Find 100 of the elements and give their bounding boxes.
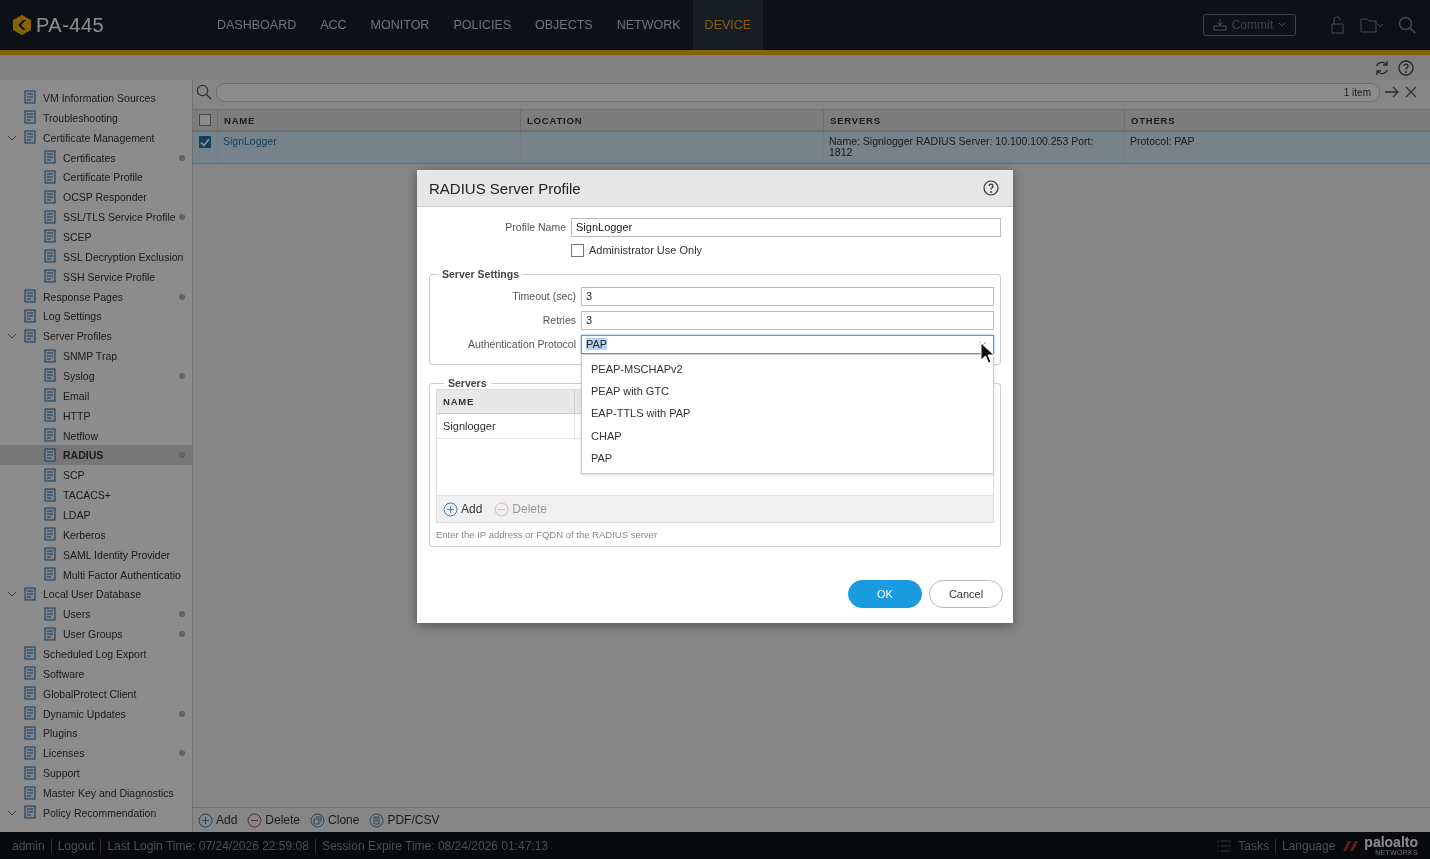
profile-name-field[interactable]: SignLogger (571, 217, 1001, 237)
sidebar-item[interactable]: Server Profiles (0, 326, 192, 347)
sidebar-item[interactable]: GlobalProtect Client (0, 683, 192, 704)
table-cell: Name: Signlogger RADIUS Server: 10.100.100.253 Port: 1812 (829, 135, 1094, 158)
page-icon (23, 686, 39, 702)
column-header[interactable]: OTHERS (1124, 110, 1430, 130)
sidebar-item[interactable]: Syslog (0, 366, 192, 386)
protocol-dropdown[interactable]: PAP (581, 334, 994, 354)
column-header[interactable]: NAME (437, 390, 575, 413)
sidebar-item[interactable]: Licenses (0, 743, 192, 764)
page-icon (43, 229, 59, 245)
group-legend: Server Settings (438, 268, 524, 280)
sidebar-label: SSL/TLS Service Profile (63, 211, 176, 224)
sidebar-item[interactable]: Email (0, 385, 192, 406)
profile-link[interactable]: SignLogger (223, 135, 277, 147)
page-icon (23, 785, 39, 801)
sidebar-item[interactable]: Log Settings (0, 306, 192, 327)
chevron-icon[interactable] (7, 808, 17, 817)
nav-tab[interactable]: DEVICE (692, 0, 764, 50)
sidebar-label: Certificate Profile (63, 171, 143, 184)
cancel-button[interactable]: Cancel (929, 580, 1003, 608)
page-icon (23, 289, 39, 304)
nav-tab[interactable]: NETWORK (604, 0, 693, 50)
close-icon[interactable] (1404, 85, 1418, 99)
chevron-icon[interactable] (7, 590, 17, 599)
sidebar-item[interactable]: Scheduled Log Export (0, 644, 192, 664)
ok-button[interactable]: OK (848, 580, 922, 608)
sidebar-item[interactable]: Certificates (0, 147, 192, 168)
sidebar-item[interactable]: VM Information Sources (0, 88, 192, 108)
dropdown-option[interactable]: EAP-TTLS with PAP (582, 402, 993, 425)
nav-tab[interactable]: ACC (308, 0, 359, 50)
sidebar-item[interactable]: SCEP (0, 227, 192, 247)
sidebar-item[interactable]: Certificate Profile (0, 167, 192, 188)
sidebar-item[interactable]: Software (0, 663, 192, 684)
sidebar-item[interactable]: SSL Decryption Exclusion (0, 246, 192, 267)
nav-tab[interactable]: MONITOR (358, 0, 442, 50)
dropdown-option[interactable]: PAP (582, 446, 993, 469)
toolbar-button[interactable]: Clone (310, 812, 360, 828)
page-icon (43, 269, 59, 285)
sidebar-item[interactable]: SNMP Trap (0, 346, 192, 367)
toolbar-button[interactable]: Add (198, 812, 238, 828)
sidebar-item[interactable]: SAML Identity Provider (0, 544, 192, 565)
sidebar-item[interactable]: Support (0, 763, 192, 784)
nav-tab[interactable]: OBJECTS (523, 0, 605, 50)
sidebar-item[interactable]: User Groups (0, 624, 192, 645)
sidebar-item[interactable]: TACACS+ (0, 485, 192, 506)
page-icon (43, 447, 59, 463)
sidebar-item[interactable]: Plugins (0, 723, 192, 744)
page-icon (43, 348, 59, 364)
help-icon[interactable] (1398, 59, 1414, 76)
sidebar-item[interactable]: Kerberos (0, 524, 192, 545)
sidebar-item[interactable]: LDAP (0, 505, 192, 525)
sidebar-item[interactable]: Users (0, 604, 192, 625)
select-all-checkbox[interactable] (199, 114, 211, 126)
sidebar-item[interactable]: Certificate Management (0, 127, 192, 148)
sidebar-item[interactable]: Response Pages (0, 286, 192, 307)
chevron-icon[interactable] (7, 133, 17, 142)
checkbox[interactable] (571, 243, 584, 257)
page-icon (23, 130, 39, 146)
arrow-right-icon[interactable] (1384, 85, 1400, 99)
sidebar-label: Response Pages (43, 290, 123, 303)
sidebar-item[interactable]: Troubleshooting (0, 107, 192, 128)
column-header[interactable]: SERVERS (823, 110, 1124, 130)
page-icon (43, 408, 59, 424)
row-checkbox[interactable] (199, 136, 211, 148)
sidebar-item[interactable]: Netflow (0, 425, 192, 446)
sidebar-item[interactable]: HTTP (0, 405, 192, 426)
help-icon[interactable] (983, 180, 999, 196)
refresh-icon[interactable] (1374, 59, 1390, 76)
retries-field[interactable]: 3 (581, 310, 994, 330)
filter-field[interactable]: 1 item (216, 82, 1380, 102)
sidebar-item[interactable]: Multi Factor Authenticatio (0, 564, 192, 585)
sidebar-item[interactable]: SSH Service Profile (0, 266, 192, 287)
toolbar-button[interactable]: Delete (247, 812, 301, 828)
sidebar-item[interactable]: RADIUS (0, 445, 192, 466)
sidebar-item[interactable]: Master Key and Diagnostics (0, 783, 192, 803)
dropdown-option[interactable]: PEAP with GTC (582, 379, 993, 403)
dropdown-option[interactable]: CHAP (582, 424, 993, 447)
sidebar-item[interactable]: SCP (0, 465, 192, 486)
timeout-field[interactable]: 3 (581, 286, 994, 306)
table-row[interactable]: SignLogger Name: Signlogger RADIUS Server: 10.100.100.253 Port: 1812 Protocol: PAP (193, 132, 1430, 164)
sidebar-label: RADIUS (63, 449, 104, 462)
sidebar-item[interactable]: OCSP Responder (0, 187, 192, 208)
table-action-button[interactable]: Add (443, 501, 483, 517)
page-icon (43, 487, 59, 503)
nav-tab[interactable]: POLICIES (441, 0, 524, 50)
column-header[interactable]: LOCATION (520, 110, 823, 130)
sidebar-item[interactable]: Local User Database (0, 584, 192, 605)
page-icon (43, 388, 59, 404)
column-header[interactable]: NAME (217, 110, 520, 130)
sidebar-item[interactable]: SSL/TLS Service Profile (0, 207, 192, 227)
sidebar-item[interactable]: Dynamic Updates (0, 703, 192, 724)
toolbar-button[interactable]: PDF/CSV (369, 812, 440, 828)
chevron-icon[interactable] (7, 332, 17, 341)
minus-icon (494, 501, 510, 517)
dropdown-option[interactable]: PEAP-MSCHAPv2 (582, 357, 993, 380)
search-icon[interactable] (1398, 16, 1416, 34)
sidebar-item[interactable]: Policy Recommendation (0, 802, 192, 823)
page-icon (43, 547, 59, 563)
nav-tab[interactable]: DASHBOARD (205, 0, 309, 50)
